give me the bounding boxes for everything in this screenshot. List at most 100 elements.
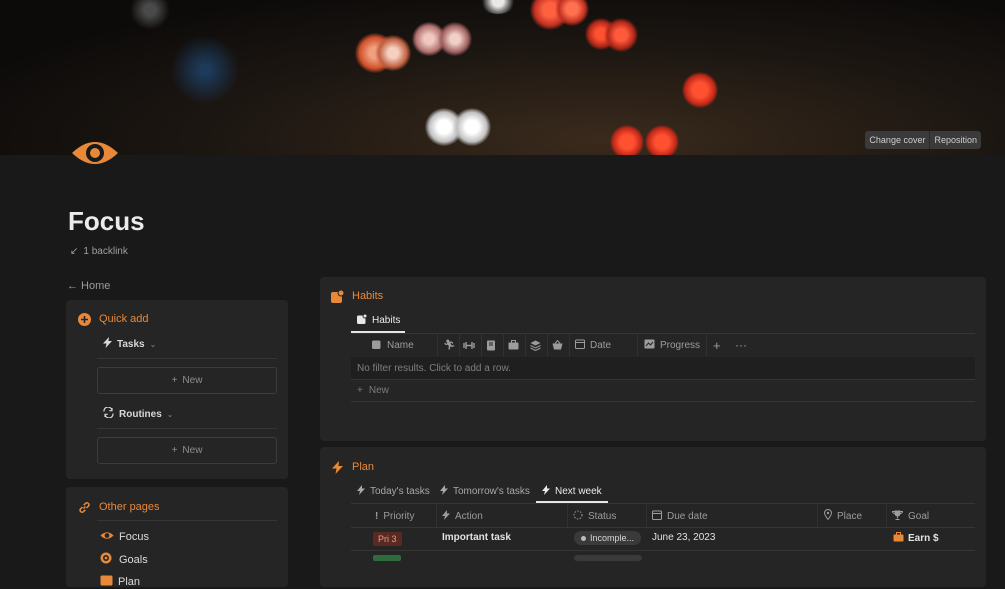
column-date-label: Date	[590, 339, 612, 351]
plan-table-header: ! Priority Action Status Due date Place …	[351, 504, 975, 528]
column-name[interactable]: Name	[372, 333, 414, 357]
status-label: Incomple...	[590, 533, 635, 543]
page-link-label: Plan	[118, 575, 141, 588]
progress-icon	[644, 339, 655, 352]
empty-results-row[interactable]: No filter results. Click to add a row.	[351, 357, 975, 379]
column-priority[interactable]: ! Priority	[375, 504, 414, 528]
habits-header: Habits	[330, 289, 383, 303]
table-row[interactable]: Pri 3 Important task Incomple... June 23…	[351, 528, 975, 550]
plus-circle-icon	[77, 312, 91, 326]
backlink-label: 1 backlink	[83, 246, 128, 257]
page-link-plan[interactable]: Plan	[100, 574, 140, 589]
tab-next-week[interactable]: Next week	[542, 485, 602, 498]
eye-icon	[100, 530, 114, 544]
quick-add-title: Quick add	[99, 313, 149, 325]
new-routine-button[interactable]: + New	[97, 437, 277, 464]
routines-dropdown[interactable]: Routines ⌄	[103, 406, 173, 421]
column-place[interactable]: Place	[823, 504, 863, 528]
other-pages-title: Other pages	[99, 501, 160, 513]
tasks-label: Tasks	[117, 338, 145, 350]
tab-habits[interactable]: Habits	[357, 313, 401, 327]
lightning-icon	[330, 460, 344, 474]
plus-icon: +	[357, 385, 363, 396]
column-place-label: Place	[837, 510, 863, 522]
page-link-focus[interactable]: Focus	[100, 530, 149, 544]
exclamation-icon: !	[375, 510, 379, 522]
backlink[interactable]: ↙ 1 backlink	[70, 246, 128, 257]
lightning-icon	[103, 337, 112, 351]
due-date-cell: June 23, 2023	[652, 532, 716, 543]
tab-label: Next week	[555, 486, 602, 497]
layers-icon[interactable]	[530, 333, 541, 357]
habits-title: Habits	[352, 290, 384, 302]
new-row-label: New	[368, 385, 389, 396]
map-pin-icon	[823, 509, 833, 523]
tab-habits-label: Habits	[372, 315, 401, 326]
status-pill	[574, 555, 642, 561]
page-link-goals[interactable]: Goals	[100, 552, 148, 567]
plus-icon: +	[171, 445, 178, 456]
home-link[interactable]: ← Home	[67, 280, 110, 292]
column-due-date[interactable]: Due date	[652, 504, 708, 528]
column-goal[interactable]: Goal	[891, 504, 930, 528]
table-row[interactable]	[351, 553, 975, 561]
new-task-button[interactable]: + New	[97, 367, 277, 394]
habits-table-header: Name 🏃︎ Date Progress + ···	[351, 333, 975, 357]
status-pill: Incomple...	[574, 531, 642, 545]
eye-icon[interactable]	[70, 133, 120, 173]
sticky-note-icon	[372, 339, 382, 352]
status-dot-icon	[581, 535, 586, 541]
column-goal-label: Goal	[908, 510, 930, 522]
action-cell: Important task	[442, 532, 511, 543]
lightning-icon	[542, 485, 550, 498]
column-due-date-label: Due date	[667, 510, 708, 522]
more-icon[interactable]: ···	[735, 333, 747, 357]
basket-icon[interactable]	[552, 333, 563, 357]
tab-label: Today's tasks	[370, 486, 430, 497]
target-icon	[100, 552, 114, 567]
calendar-icon	[100, 574, 113, 589]
priority-badge	[373, 555, 401, 561]
sticky-note-icon	[357, 313, 368, 327]
other-pages-card: Other pages Focus Goals Plan	[66, 487, 288, 589]
column-priority-label: Priority	[383, 510, 415, 522]
new-routine-label: New	[182, 445, 203, 456]
tab-todays-tasks[interactable]: Today's tasks	[357, 485, 430, 498]
column-progress-label: Progress	[660, 339, 701, 351]
habits-new-row-button[interactable]: + New	[357, 385, 389, 396]
status-spinner-icon	[573, 510, 583, 523]
briefcase-icon[interactable]	[508, 333, 519, 357]
tab-label: Tomorrow's tasks	[453, 486, 530, 497]
trophy-icon	[891, 510, 904, 523]
lightning-icon	[357, 485, 365, 498]
reposition-button[interactable]: Reposition	[930, 131, 981, 149]
page-link-label: Goals	[119, 553, 148, 566]
column-progress[interactable]: Progress	[644, 333, 700, 357]
column-status[interactable]: Status	[573, 504, 616, 528]
column-action[interactable]: Action	[442, 504, 483, 528]
cover-image: Change cover Reposition	[0, 0, 1005, 155]
column-status-label: Status	[588, 510, 617, 522]
running-icon[interactable]: 🏃︎	[443, 333, 456, 357]
column-action-label: Action	[455, 510, 483, 522]
change-cover-button[interactable]: Change cover	[865, 131, 931, 149]
add-column-icon[interactable]: +	[713, 333, 721, 357]
dumbbell-icon[interactable]	[463, 333, 475, 357]
habits-card: Habits Habits Name 🏃︎ Date Progress + ··…	[320, 277, 986, 441]
book-icon[interactable]	[486, 333, 496, 357]
lightning-icon	[440, 485, 448, 498]
quick-add-header: Quick add	[77, 312, 149, 326]
column-date[interactable]: Date	[575, 333, 611, 357]
quick-add-card: Quick add Tasks ⌄ + New Routines ⌄ + New	[66, 300, 288, 479]
plus-icon: +	[171, 375, 178, 386]
sticky-note-icon	[330, 289, 344, 303]
calendar-icon	[652, 510, 662, 523]
calendar-icon	[575, 339, 585, 352]
arrow-down-left-icon: ↙	[70, 246, 79, 257]
plan-card: Plan Today's tasks Tomorrow's tasks Next…	[320, 447, 986, 587]
lightning-icon	[442, 509, 450, 523]
plan-header: Plan	[330, 460, 374, 474]
tab-tomorrows-tasks[interactable]: Tomorrow's tasks	[440, 485, 530, 498]
tasks-dropdown[interactable]: Tasks ⌄	[103, 337, 156, 351]
plan-title: Plan	[352, 461, 375, 473]
